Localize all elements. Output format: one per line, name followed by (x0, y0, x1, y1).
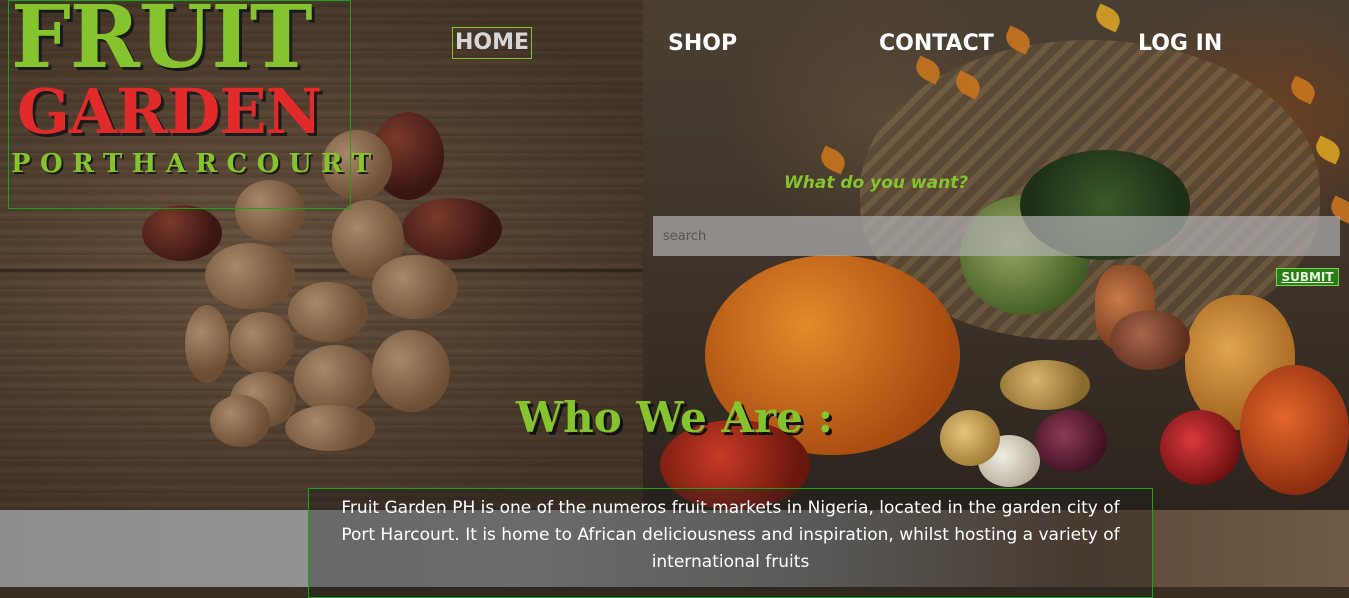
site-logo[interactable]: FRUIT GARDEN PORTHARCOURT (8, 0, 371, 209)
submit-button[interactable]: SUBMIT (1276, 268, 1339, 286)
logo-city-text: PORTHARCOURT (11, 149, 381, 179)
who-we-are-heading: Who We Are : (516, 393, 833, 442)
logo-fruit-text: FRUIT (11, 0, 313, 88)
search-input[interactable] (653, 216, 1340, 256)
about-text-box: Fruit Garden PH is one of the numeros fr… (308, 488, 1153, 598)
logo-garden-text: GARDEN (17, 75, 322, 148)
nav-shop-link[interactable]: SHOP (668, 30, 737, 58)
nav-home-link[interactable]: HOME (452, 27, 533, 59)
search-prompt: What do you want? (784, 173, 969, 193)
nav-contact-link[interactable]: CONTACT (879, 30, 994, 58)
nav-login-link[interactable]: LOG IN (1138, 30, 1222, 58)
about-text: Fruit Garden PH is one of the numeros fr… (341, 498, 1120, 572)
